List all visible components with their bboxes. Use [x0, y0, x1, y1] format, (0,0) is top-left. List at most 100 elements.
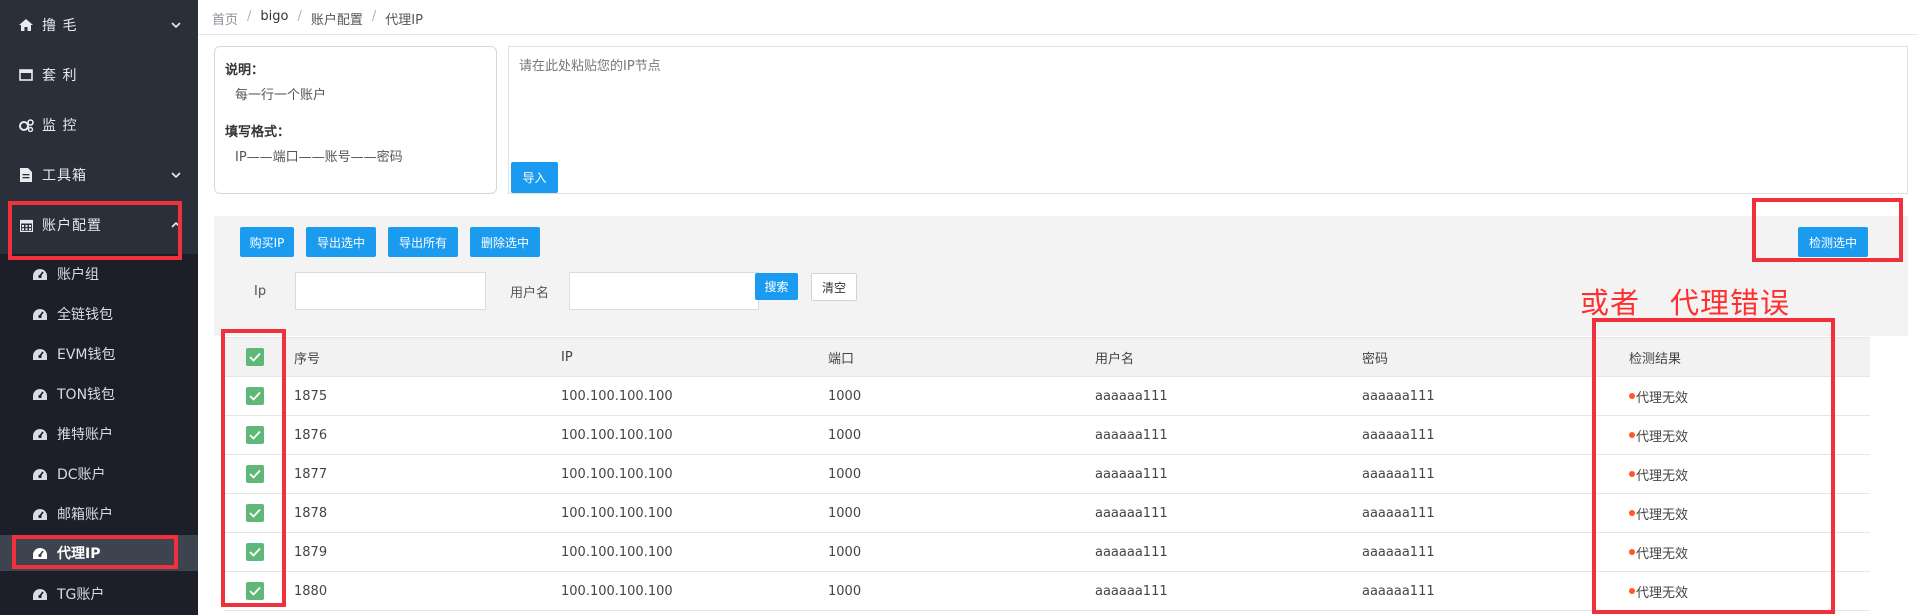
- instructions-text: 每一行一个账户: [235, 88, 327, 103]
- breadcrumb-current: 代理IP: [385, 13, 423, 28]
- cell-username: aaaaaa111: [1095, 544, 1168, 560]
- sidebar-item-label: EVM钱包: [57, 347, 116, 363]
- highlight-box-account-config: [8, 201, 182, 260]
- cell-username: aaaaaa111: [1095, 583, 1168, 599]
- dashboard-icon: [32, 347, 48, 361]
- cell-id: 1877: [294, 466, 328, 482]
- buy-ip-button[interactable]: 购买IP: [240, 227, 294, 257]
- menu-item-label: 工具箱: [42, 168, 87, 184]
- cell-ip: 100.100.100.100: [561, 583, 673, 599]
- cell-ip: 100.100.100.100: [561, 388, 673, 404]
- dashboard-icon: [32, 427, 48, 441]
- sidebar-item-all-chain-wallet[interactable]: 全链钱包: [0, 294, 198, 334]
- search-row: Ip 用户名: [240, 272, 759, 310]
- sidebar-item-label: TG账户: [57, 587, 105, 603]
- ip-label: Ip: [254, 283, 267, 299]
- header-ip: IP: [561, 349, 573, 365]
- menu-item-jiankong[interactable]: 监 控: [0, 100, 198, 150]
- cell-id: 1878: [294, 505, 328, 521]
- sidebar-item-label: TON钱包: [57, 387, 116, 403]
- cell-username: aaaaaa111: [1095, 427, 1168, 443]
- header-password: 密码: [1362, 351, 1389, 367]
- sidebar-item-email-account[interactable]: 邮箱账户: [0, 494, 198, 534]
- header-username: 用户名: [1095, 351, 1135, 367]
- cell-password: aaaaaa111: [1362, 544, 1435, 560]
- username-label: 用户名: [510, 285, 550, 301]
- sidebar-item-twitter-account[interactable]: 推特账户: [0, 414, 198, 454]
- menu-item-label: 监 控: [42, 118, 78, 134]
- ip-paste-textarea[interactable]: [509, 47, 1907, 193]
- cell-port: 1000: [828, 388, 862, 404]
- sidebar-item-ton-wallet[interactable]: TON钱包: [0, 374, 198, 414]
- export-all-button[interactable]: 导出所有: [388, 227, 458, 257]
- cell-port: 1000: [828, 583, 862, 599]
- annotation-text: 或者 代理错误: [1580, 286, 1791, 320]
- cell-id: 1879: [294, 544, 328, 560]
- cell-id: 1876: [294, 427, 328, 443]
- breadcrumb-bigo[interactable]: bigo: [260, 9, 288, 28]
- breadcrumb-home[interactable]: 首页: [212, 9, 238, 28]
- cell-username: aaaaaa111: [1095, 388, 1168, 404]
- ip-paste-area[interactable]: [508, 46, 1908, 194]
- cell-password: aaaaaa111: [1362, 427, 1435, 443]
- breadcrumb-account-config[interactable]: 账户配置: [311, 9, 363, 28]
- header-id: 序号: [294, 351, 321, 367]
- cell-port: 1000: [828, 505, 862, 521]
- sidebar-item-label: 全链钱包: [57, 307, 113, 323]
- dashboard-icon: [32, 267, 48, 281]
- breadcrumb: 首页 / bigo / 账户配置 / 代理IP: [212, 9, 423, 28]
- breadcrumb-separator: /: [371, 9, 377, 24]
- dashboard-icon: [32, 307, 48, 321]
- export-selected-button[interactable]: 导出选中: [306, 227, 376, 257]
- sidebar-item-dc-account[interactable]: DC账户: [0, 454, 198, 494]
- sidebar-item-account-group[interactable]: 账户组: [0, 254, 198, 294]
- gears-icon: [18, 117, 34, 133]
- import-button[interactable]: 导入: [511, 162, 558, 193]
- delete-selected-button[interactable]: 删除选中: [470, 227, 540, 257]
- menu-item-lumao[interactable]: 撸 毛: [0, 0, 198, 50]
- chevron-down-icon: [171, 172, 181, 179]
- breadcrumb-separator: /: [297, 9, 302, 24]
- sidebar-item-tg-account[interactable]: TG账户: [0, 574, 198, 614]
- home-icon: [18, 17, 34, 33]
- sidebar: 撸 毛 套 利 监 控 工具箱 账户配置 账户组 全链钱包 EVM钱包 TON钱…: [0, 0, 198, 615]
- cell-id: 1880: [294, 583, 328, 599]
- breadcrumb-separator: /: [247, 9, 252, 24]
- file-icon: [18, 167, 34, 183]
- cell-username: aaaaaa111: [1095, 505, 1168, 521]
- chevron-down-icon: [171, 22, 181, 29]
- highlight-box-checkboxes: [221, 329, 286, 607]
- menu-item-label: 套 利: [42, 68, 78, 84]
- menu-item-toolbox[interactable]: 工具箱: [0, 150, 198, 200]
- sidebar-item-label: 邮箱账户: [57, 507, 113, 523]
- cell-password: aaaaaa111: [1362, 505, 1435, 521]
- cell-ip: 100.100.100.100: [561, 505, 673, 521]
- sidebar-item-evm-wallet[interactable]: EVM钱包: [0, 334, 198, 374]
- cell-ip: 100.100.100.100: [561, 427, 673, 443]
- window-icon: [18, 67, 34, 83]
- format-title: 填写格式：: [225, 125, 291, 140]
- search-button[interactable]: 搜索: [755, 273, 798, 300]
- highlight-box-proxy-ip: [12, 535, 178, 569]
- dashboard-icon: [32, 507, 48, 521]
- sidebar-item-label: 推特账户: [57, 427, 113, 443]
- dashboard-icon: [32, 587, 48, 601]
- ip-search-input[interactable]: [295, 272, 486, 310]
- sidebar-item-label: 账户组: [57, 267, 99, 283]
- clear-button[interactable]: 清空: [811, 273, 857, 301]
- highlight-box-check-button: [1752, 198, 1903, 262]
- menu-item-taoli[interactable]: 套 利: [0, 50, 198, 100]
- dashboard-icon: [32, 467, 48, 481]
- cell-ip: 100.100.100.100: [561, 466, 673, 482]
- sidebar-item-label: DC账户: [57, 467, 106, 483]
- instructions-box: 说明： 每一行一个账户 填写格式： IP——端口——账号——密码: [214, 46, 497, 194]
- cell-port: 1000: [828, 544, 862, 560]
- cell-port: 1000: [828, 427, 862, 443]
- cell-username: aaaaaa111: [1095, 466, 1168, 482]
- menu-item-label: 撸 毛: [42, 18, 78, 34]
- username-search-input[interactable]: [569, 272, 759, 310]
- header-port: 端口: [828, 351, 855, 367]
- cell-password: aaaaaa111: [1362, 583, 1435, 599]
- cell-ip: 100.100.100.100: [561, 544, 673, 560]
- cell-id: 1875: [294, 388, 328, 404]
